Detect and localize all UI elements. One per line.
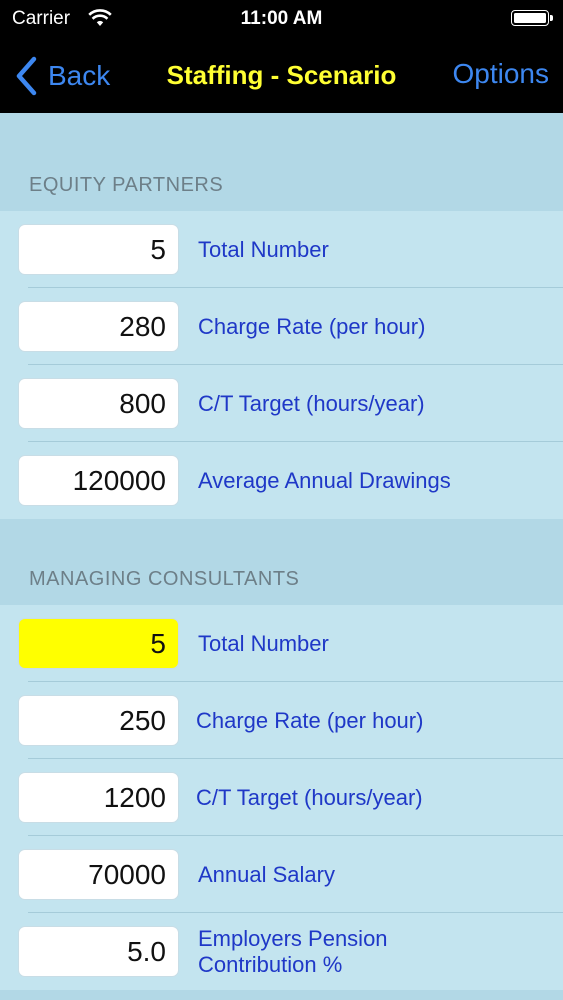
- managing-consultants-pension-contribution-input[interactable]: 5.0: [18, 926, 179, 977]
- status-bar: Carrier 11:00 AM: [0, 0, 563, 40]
- row-label: Annual Salary: [198, 861, 335, 887]
- row-label: Average Annual Drawings: [198, 467, 451, 493]
- back-button[interactable]: Back: [14, 56, 110, 96]
- managing-consultants-ct-target-input[interactable]: 1200: [18, 772, 179, 823]
- back-label: Back: [48, 60, 111, 91]
- table-row: 800 C/T Target (hours/year): [0, 365, 563, 442]
- managing-consultants-charge-rate-input[interactable]: 250: [18, 695, 179, 746]
- navigation-bar: Back Staffing - Scenario Options: [0, 40, 563, 113]
- equity-partners-charge-rate-input[interactable]: 280: [18, 301, 179, 352]
- options-button[interactable]: Options: [453, 58, 550, 90]
- section-title: MANAGING CONSULTANTS: [29, 568, 300, 590]
- table-row: 120000 Average Annual Drawings: [0, 442, 563, 519]
- row-label: C/T Target (hours/year): [196, 784, 423, 810]
- equity-partners-ct-target-input[interactable]: 800: [18, 378, 179, 429]
- row-label: Total Number: [198, 236, 329, 262]
- table-row: 1200 C/T Target (hours/year): [0, 759, 563, 836]
- equity-partners-total-number-input[interactable]: 5: [18, 224, 179, 275]
- row-label: C/T Target (hours/year): [198, 390, 425, 416]
- section-title: EQUITY PARTNERS: [29, 174, 224, 196]
- table-row: 5 Total Number: [0, 605, 563, 682]
- table-row: 280 Charge Rate (per hour): [0, 288, 563, 365]
- status-time: 11:00 AM: [240, 8, 323, 29]
- section-footer: [0, 990, 563, 1000]
- row-label: Total Number: [198, 630, 329, 656]
- row-label: Charge Rate (per hour): [196, 707, 424, 733]
- managing-consultants-annual-salary-input[interactable]: 70000: [18, 849, 179, 900]
- table-row: 250 Charge Rate (per hour): [0, 682, 563, 759]
- section-header-managing-consultants: MANAGING CONSULTANTS: [0, 519, 563, 605]
- battery-icon: [511, 10, 553, 26]
- managing-consultants-total-number-input[interactable]: 5: [18, 618, 179, 669]
- equity-partners-annual-drawings-input[interactable]: 120000: [18, 455, 179, 506]
- top-bar: Carrier 11:00 AM Back Staffing - Scenari…: [0, 0, 563, 113]
- row-label: Charge Rate (per hour): [198, 313, 426, 339]
- table-row: 5 Total Number: [0, 211, 563, 288]
- section-header-equity-partners: EQUITY PARTNERS: [0, 113, 563, 211]
- chevron-left-icon: [16, 56, 37, 96]
- row-label: Employers Pension Contribution %: [198, 925, 388, 977]
- table-row: 5.0 Employers Pension Contribution %: [0, 913, 563, 990]
- table-row: 70000 Annual Salary: [0, 836, 563, 913]
